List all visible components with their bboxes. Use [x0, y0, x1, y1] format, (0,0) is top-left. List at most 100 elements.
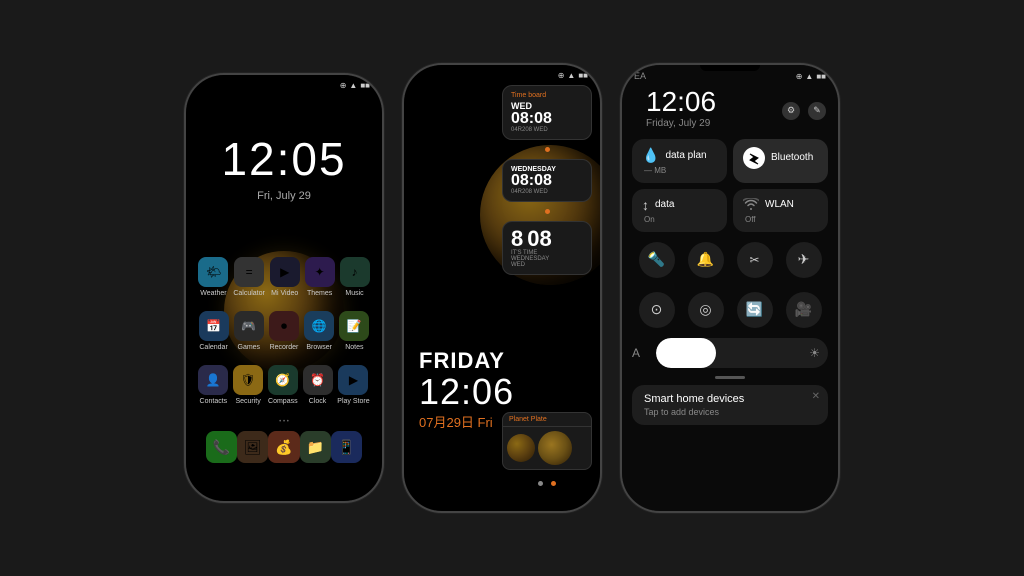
themes-icon: ✦	[305, 257, 335, 287]
airplane-btn[interactable]: ✈	[786, 242, 822, 278]
clock-icon: ⏰	[303, 365, 333, 395]
phone-1: ⊕ ▲ ■■ 12:05 Fri, July 29 🌤 Weather = Ca…	[184, 73, 384, 503]
notch-3	[700, 65, 760, 71]
bluetooth-title: Bluetooth	[771, 152, 813, 163]
data-sub: On	[642, 215, 717, 224]
recorder-icon: ⏺	[269, 311, 299, 341]
app-calendar[interactable]: 📅 Calendar	[199, 311, 229, 351]
wlan-title: WLAN	[765, 199, 794, 210]
camera-btn[interactable]: 🎥	[786, 292, 822, 328]
app-themes[interactable]: ✦ Themes	[305, 257, 335, 297]
lock-time: 12:05	[186, 132, 382, 186]
wednesday-widget[interactable]: WEDNESDAY 08:08 04R208 WED	[502, 159, 592, 202]
brightness-a-label: A	[632, 346, 648, 360]
app-row-3: 👤 Contacts 🛡 Security 🧭 Compass ⏰ Clock	[196, 365, 372, 405]
app-mivideo[interactable]: ▶ Mi Video	[270, 257, 300, 297]
status-icons-1: ⊕ ▲ ■■	[340, 81, 370, 90]
big-time: 12:06	[419, 374, 514, 410]
app-row-1: 🌤 Weather = Calculator ▶ Mi Video ✦ Them…	[196, 257, 372, 297]
timeboard-widget[interactable]: Time board WED 08:08 04R208 WED	[502, 85, 592, 140]
quick-row-2: ⊙ ◎ 🔄 🎥	[622, 288, 838, 332]
digit-1: 8	[511, 228, 523, 250]
location-btn[interactable]: ◎	[688, 292, 724, 328]
settings-icon[interactable]: ⚙	[782, 102, 800, 120]
recorder-label: Recorder	[270, 344, 299, 351]
app-notes[interactable]: 📝 Notes	[339, 311, 369, 351]
notifications-btn[interactable]: 🔔	[688, 242, 724, 278]
data-icon: ↕	[642, 197, 649, 213]
planet-plate-widget[interactable]: Planet Plate	[502, 412, 592, 491]
app-browser[interactable]: 🌐 Browser	[304, 311, 334, 351]
battery-icon-3: ■■	[816, 72, 826, 81]
mobile-data-tile[interactable]: ↕ data On	[632, 189, 727, 232]
app-compass[interactable]: 🧭 Compass	[268, 365, 298, 405]
smart-home-sub: Tap to add devices	[644, 407, 816, 417]
app-clock[interactable]: ⏰ Clock	[303, 365, 333, 405]
dock-wallet[interactable]: 💰	[268, 431, 299, 463]
slider-indicator	[715, 376, 745, 379]
widgets-area: Time board WED 08:08 04R208 WED WEDNESDA…	[502, 85, 592, 275]
planet-plate-body	[502, 426, 592, 470]
notes-icon: 📝	[339, 311, 369, 341]
screenshot-btn[interactable]: ✂	[737, 242, 773, 278]
notch-1	[254, 75, 314, 81]
browser-icon: 🌐	[304, 311, 334, 341]
contacts-label: Contacts	[200, 398, 228, 405]
rotation-btn[interactable]: 🔄	[737, 292, 773, 328]
flashlight-btn[interactable]: 🔦	[639, 242, 675, 278]
wed-sub: 04R208 WED	[511, 189, 583, 195]
app-contacts[interactable]: 👤 Contacts	[198, 365, 228, 405]
battery-icon: ■■	[360, 81, 370, 90]
dock-gallery[interactable]: 🖼	[237, 431, 268, 463]
playstore-icon: ▶	[338, 365, 368, 395]
dock-files[interactable]: 📁	[300, 431, 331, 463]
calendar-label: Calendar	[199, 344, 227, 351]
app-security[interactable]: 🛡 Security	[233, 365, 263, 405]
battery-icon-2: ■■	[578, 71, 588, 80]
quick-row-1: 🔦 🔔 ✂ ✈	[622, 238, 838, 282]
header-icons: ⚙ ✎	[782, 102, 826, 120]
digit-widget[interactable]: 8 08 IT'S TIME WEDNESDAY WED	[502, 221, 592, 275]
brightness-fill	[656, 338, 716, 368]
wlan-tile[interactable]: WLAN Off	[733, 189, 828, 232]
app-row-2: 📅 Calendar 🎮 Games ⏺ Recorder 🌐 Browser	[196, 311, 372, 351]
weather-label: Weather	[200, 290, 226, 297]
security-icon: 🛡	[233, 365, 263, 395]
wifi-icon	[743, 197, 759, 213]
notch-2	[472, 65, 532, 71]
status-icons-2: ⊕ ▲ ■■	[558, 71, 588, 80]
app-games[interactable]: 🎮 Games	[234, 311, 264, 351]
playstore-label: Play Store	[337, 398, 369, 405]
app-recorder[interactable]: ⏺ Recorder	[269, 311, 299, 351]
app-weather[interactable]: 🌤 Weather	[198, 257, 228, 297]
app-calculator[interactable]: = Calculator	[233, 257, 265, 297]
phone-2: ⊕ ▲ ■■ Time board WED 08:08 04R208 WED W…	[402, 63, 602, 513]
calc-label: Calculator	[233, 290, 265, 297]
dock-phone[interactable]: 📞	[206, 431, 237, 463]
timeboard-sub: 04R208 WED	[511, 127, 583, 133]
music-label: Music	[345, 290, 363, 297]
notes-label: Notes	[345, 344, 363, 351]
bt-icon-2: ⊕	[558, 71, 565, 80]
clock-label: Clock	[309, 398, 327, 405]
bluetooth-icon: ⊕	[340, 81, 347, 90]
big-date: 07月29日 Fri	[419, 412, 514, 431]
brightness-slider[interactable]: ☀	[656, 338, 828, 368]
bluetooth-tile[interactable]: Bluetooth	[733, 139, 828, 183]
brightness-btn[interactable]: ⊙	[639, 292, 675, 328]
bluetooth-tile-icon	[743, 147, 765, 169]
mini-planet-2	[538, 431, 572, 465]
calc-icon: =	[234, 257, 264, 287]
contacts-icon: 👤	[198, 365, 228, 395]
app-music[interactable]: ♪ Music	[340, 257, 370, 297]
app-playstore[interactable]: ▶ Play Store	[337, 365, 369, 405]
smart-home-close-icon[interactable]: ✕	[812, 391, 820, 402]
mivideo-label: Mi Video	[271, 290, 298, 297]
edit-icon[interactable]: ✎	[808, 102, 826, 120]
dock-app5[interactable]: 📱	[331, 431, 362, 463]
smart-home-panel[interactable]: ✕ Smart home devices Tap to add devices	[632, 385, 828, 425]
quick-tiles: 💧 data plan — MB Bluetooth	[622, 139, 838, 232]
brightness-sun-icon: ☀	[809, 346, 820, 360]
games-label: Games	[238, 344, 261, 351]
data-plan-tile[interactable]: 💧 data plan — MB	[632, 139, 727, 183]
